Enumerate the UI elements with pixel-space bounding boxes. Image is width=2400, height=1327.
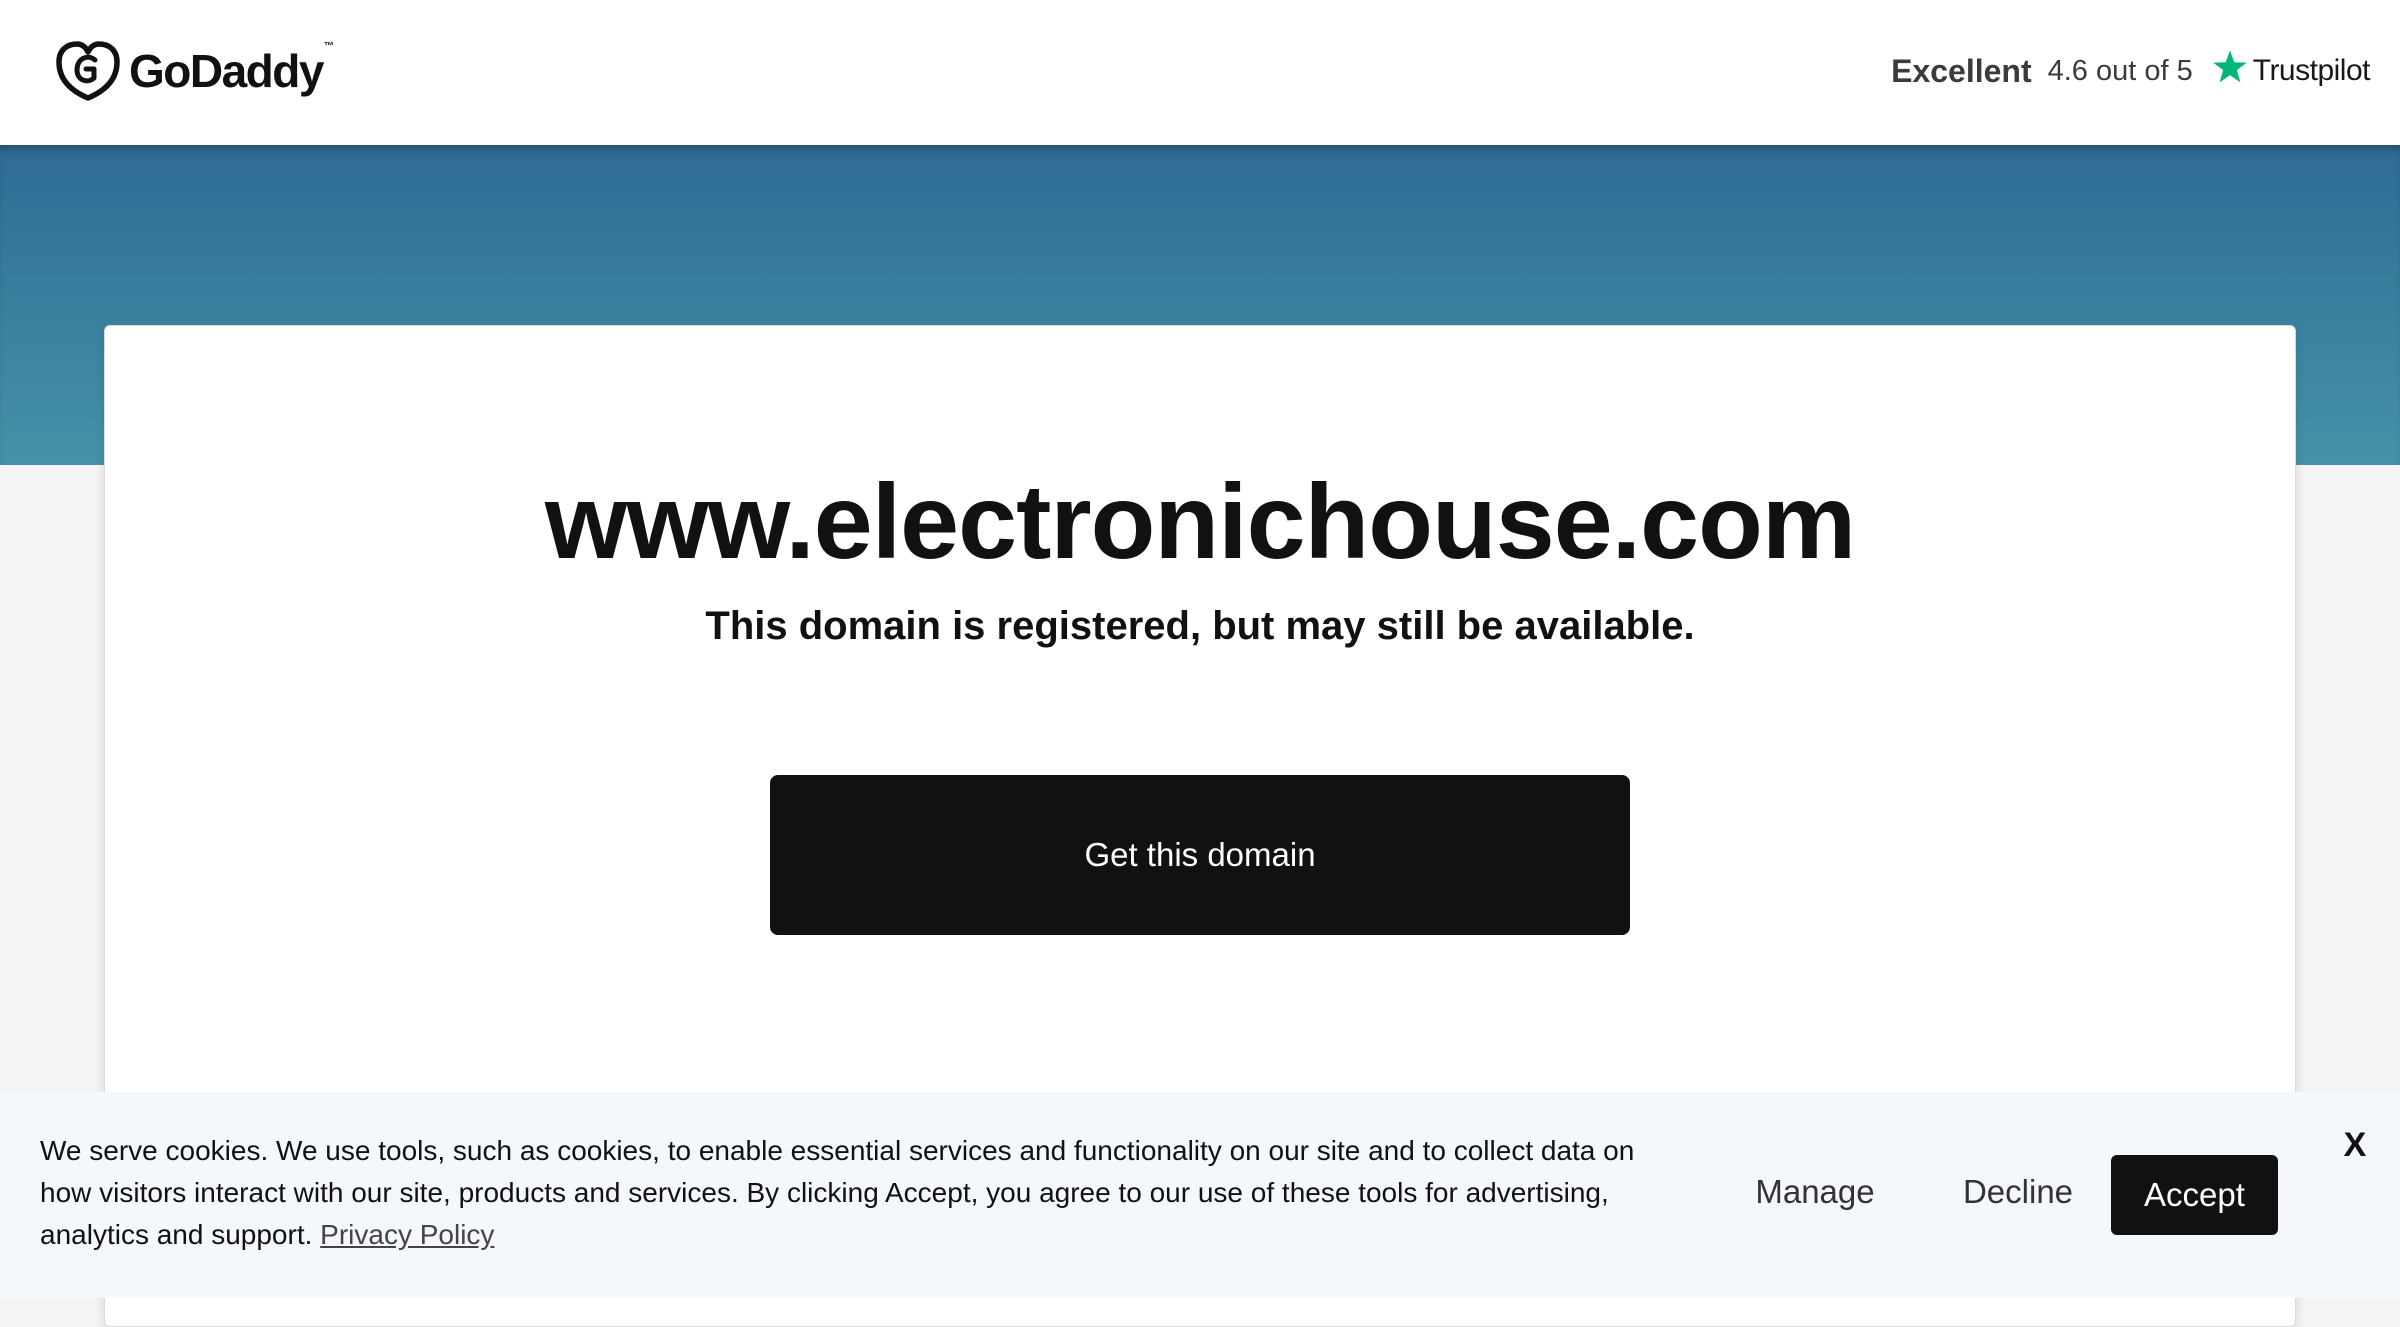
privacy-policy-link[interactable]: Privacy Policy <box>320 1219 494 1250</box>
rating-label: Excellent <box>1891 52 2032 89</box>
trademark-mark: ™ <box>323 41 334 52</box>
manage-cookies-button[interactable]: Manage <box>1735 1152 1895 1232</box>
trustpilot-rating[interactable]: Excellent 4.6 out of 5 Trustpilot <box>1891 50 2371 90</box>
accept-cookies-button[interactable]: Accept <box>2111 1155 2278 1235</box>
site-header: GoDaddy™ Excellent 4.6 out of 5 Trustpil… <box>0 0 2400 145</box>
godaddy-logo-text: GoDaddy™ <box>129 41 334 97</box>
decline-cookies-button[interactable]: Decline <box>1938 1152 2098 1232</box>
godaddy-logo-link[interactable]: GoDaddy™ <box>55 40 334 102</box>
star-icon <box>2212 50 2247 83</box>
rating-score: 4.6 out of 5 <box>2047 54 2193 87</box>
cookie-message: We serve cookies. We use tools, such as … <box>40 1130 1680 1256</box>
domain-status-text: This domain is registered, but may still… <box>705 604 1695 648</box>
godaddy-logo-icon <box>56 41 120 101</box>
close-cookie-banner-button[interactable]: X <box>2335 1120 2375 1170</box>
get-this-domain-button[interactable]: Get this domain <box>770 775 1630 935</box>
trustpilot-brand: Trustpilot <box>2252 54 2371 87</box>
cookie-message-text: We serve cookies. We use tools, such as … <box>40 1135 1635 1250</box>
domain-name-heading: www.electronichouse.com <box>544 463 1856 581</box>
